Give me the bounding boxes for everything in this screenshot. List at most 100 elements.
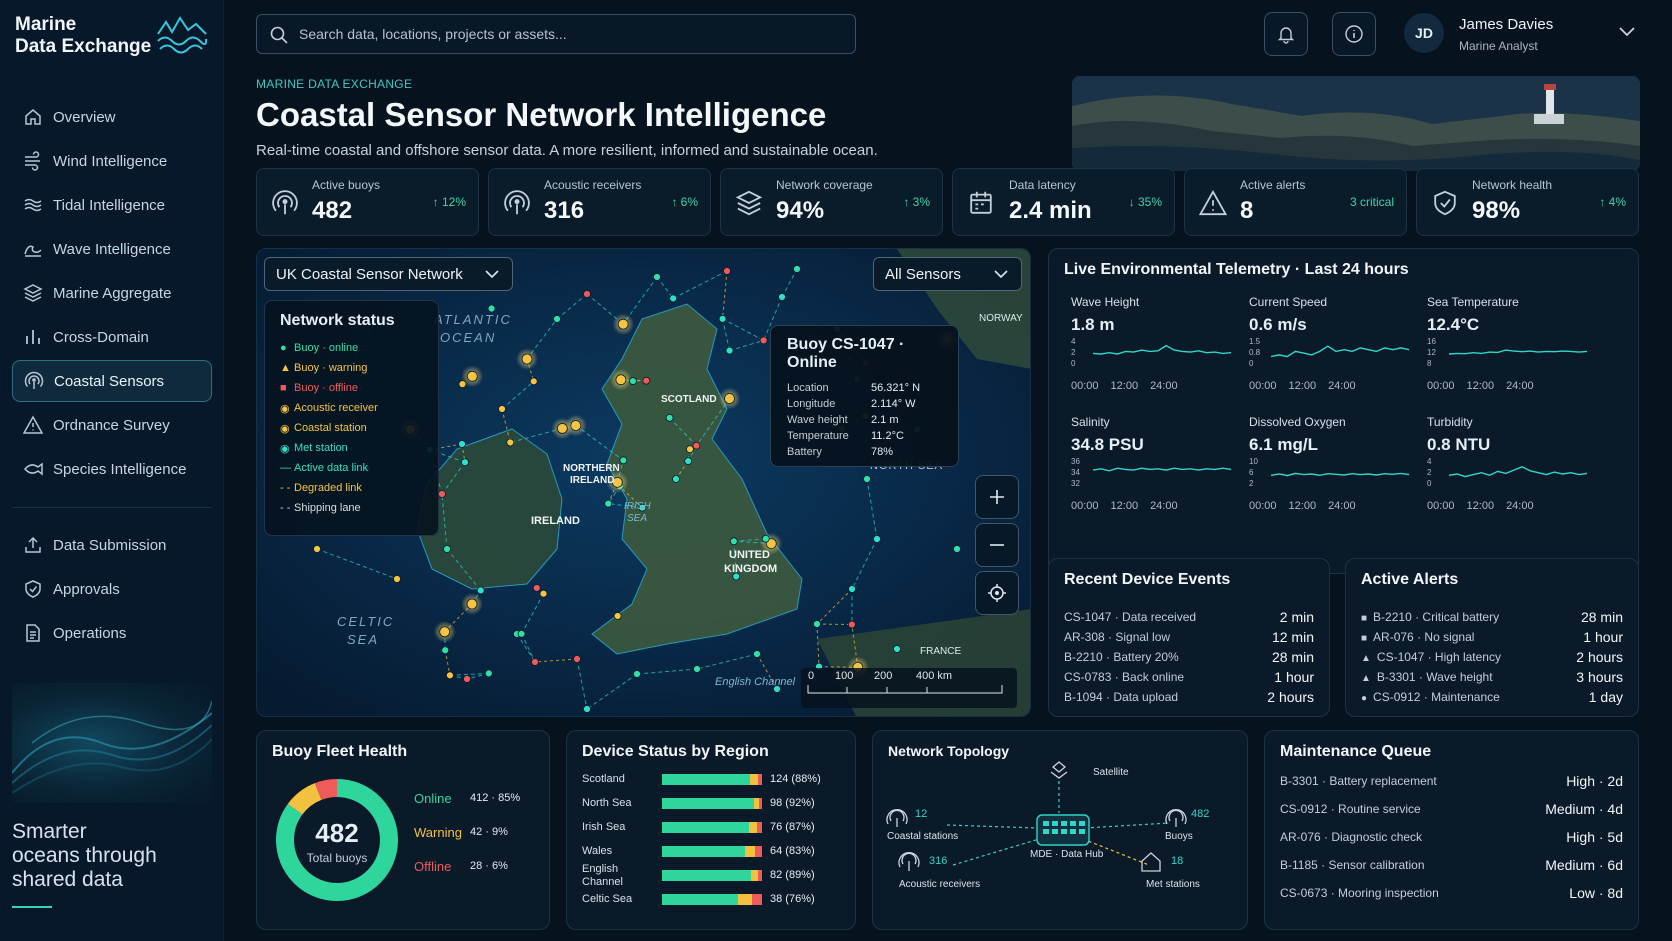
region-status-bar[interactable] (662, 822, 762, 833)
region-status-bar[interactable] (662, 774, 762, 785)
sidebar-item-species-intelligence[interactable]: Species Intelligence (12, 448, 212, 490)
list-item[interactable]: CS-1047 · Data received 2 min (1064, 607, 1314, 627)
coastal-station-marker[interactable] (393, 575, 401, 583)
buoy-online-marker[interactable] (672, 475, 680, 483)
avatar[interactable]: JD (1404, 13, 1444, 53)
buoy-online-marker[interactable] (476, 586, 485, 595)
buoy-offline-marker[interactable] (759, 336, 768, 345)
list-item[interactable]: ▲ CS-1047 · High latency 2 hours (1361, 647, 1623, 667)
buoy-online-marker[interactable] (441, 646, 450, 655)
kpi-active-alerts[interactable]: Active alerts 8 3 critical (1184, 168, 1407, 236)
buoy-online-marker[interactable] (487, 304, 496, 313)
list-item[interactable]: AR-076 · Diagnostic check High · 5d (1280, 827, 1623, 847)
coastal-station-marker[interactable] (613, 612, 622, 620)
telemetry-metric[interactable]: Current Speed 0.6 m/s 1.5 0.8 0 00:00 12:00 24:… (1249, 295, 1419, 415)
region-status-bar[interactable] (662, 894, 762, 905)
list-item[interactable]: CS-0673 · Mooring inspection Low · 8d (1280, 883, 1623, 903)
notifications-button[interactable] (1264, 12, 1308, 56)
coastal-station-marker[interactable] (724, 393, 735, 404)
list-item[interactable]: CS-0783 · Back online 1 hour (1064, 667, 1314, 687)
kpi-network-health[interactable]: Network health 98% ↑ 4% (1416, 168, 1639, 236)
buoy-online-marker[interactable] (583, 705, 591, 713)
coastal-station-marker[interactable] (556, 423, 568, 434)
kpi-network-coverage[interactable]: Network coverage 94% ↑ 3% (720, 168, 943, 236)
list-item[interactable]: ■ B-2210 · Critical battery 28 min (1361, 607, 1623, 627)
coastal-station-marker[interactable] (466, 370, 478, 382)
buoy-online-marker[interactable] (604, 499, 613, 508)
sidebar-item-operations[interactable]: Operations (12, 612, 212, 654)
locate-button[interactable] (975, 571, 1019, 615)
list-item[interactable]: B-2210 · Battery 20% 28 min (1064, 647, 1314, 667)
coastal-station-marker[interactable] (313, 545, 321, 553)
list-item[interactable]: CS-0912 · Routine service Medium · 4d (1280, 799, 1623, 819)
buoy-offline-marker[interactable] (583, 290, 591, 298)
buoy-online-marker[interactable] (753, 650, 761, 658)
region-status-bar[interactable] (662, 846, 762, 857)
buoy-offline-marker[interactable] (438, 490, 446, 498)
sidebar-item-cross-domain[interactable]: Cross-Domain (12, 316, 212, 358)
buoy-online-marker[interactable] (718, 314, 727, 323)
info-button[interactable] (1332, 12, 1376, 56)
buoy-online-marker[interactable] (633, 670, 641, 678)
kpi-acoustic-receivers[interactable]: Acoustic receivers 316 ↑ 6% (488, 168, 711, 236)
buoy-online-marker[interactable] (553, 315, 561, 323)
region-status-bar[interactable] (662, 798, 762, 809)
coastal-station-marker[interactable] (446, 671, 454, 680)
buoy-online-marker[interactable] (458, 440, 466, 448)
buoy-online-marker[interactable] (729, 537, 738, 546)
sidebar-item-approvals[interactable]: Approvals (12, 568, 212, 610)
list-item[interactable]: ■ AR-076 · No signal 1 hour (1361, 627, 1623, 647)
buoy-online-marker[interactable] (684, 457, 693, 465)
buoy-online-marker[interactable] (461, 458, 469, 467)
buoy-online-marker[interactable] (725, 346, 734, 355)
zoom-out-button[interactable] (975, 523, 1019, 567)
coastal-station-marker[interactable] (521, 353, 533, 365)
buoy-online-marker[interactable] (848, 585, 856, 593)
coastal-station-marker[interactable] (439, 626, 451, 638)
buoy-online-marker[interactable] (517, 629, 526, 638)
list-item[interactable]: B-3301 · Battery replacement High · 2d (1280, 771, 1623, 791)
buoy-online-marker[interactable] (653, 273, 661, 281)
coastal-station-marker[interactable] (529, 377, 538, 386)
search-input[interactable]: Search data, locations, projects or asse… (256, 14, 856, 54)
brand-name[interactable]: Marine Data Exchange (15, 14, 151, 58)
region-status-bar[interactable] (662, 870, 762, 881)
list-item[interactable]: B-1185 · Sensor calibration Medium · 6d (1280, 855, 1623, 875)
buoy-offline-marker[interactable] (531, 658, 539, 666)
sensor-filter-select[interactable]: All Sensors (873, 257, 1022, 291)
network-select[interactable]: UK Coastal Sensor Network (264, 257, 513, 291)
list-item[interactable]: ▲ B-3301 · Wave height 3 hours (1361, 667, 1623, 687)
buoy-online-marker[interactable] (793, 265, 801, 273)
telemetry-metric[interactable]: Dissolved Oxygen 6.1 mg/L 10 6 2 00:00 12:00 24… (1249, 415, 1419, 535)
list-item[interactable]: B-1094 · Data upload 2 hours (1064, 687, 1314, 707)
buoy-offline-marker[interactable] (642, 376, 651, 385)
telemetry-metric[interactable]: Salinity 34.8 PSU 36 34 32 00:00 12:00 24:00 (1071, 415, 1241, 535)
coastal-station-marker[interactable] (615, 374, 627, 386)
buoy-offline-marker[interactable] (847, 620, 856, 629)
buoy-online-marker[interactable] (953, 545, 961, 553)
sidebar-item-marine-aggregate[interactable]: Marine Aggregate (12, 272, 212, 314)
buoy-online-marker[interactable] (813, 620, 821, 628)
coastal-station-marker[interactable] (617, 318, 629, 330)
buoy-online-marker[interactable] (873, 535, 881, 543)
buoy-online-marker[interactable] (893, 645, 901, 653)
sidebar-item-wave-intelligence[interactable]: Wave Intelligence (12, 228, 212, 270)
buoy-offline-marker[interactable] (723, 267, 731, 275)
telemetry-metric[interactable]: Wave Height 1.8 m 4 2 0 00:00 12:00 24:00 (1071, 295, 1241, 415)
coastal-station-marker[interactable] (498, 405, 506, 413)
coastal-station-marker[interactable] (686, 445, 694, 454)
buoy-online-marker[interactable] (761, 534, 770, 543)
buoy-offline-marker[interactable] (573, 655, 581, 663)
zoom-in-button[interactable] (975, 475, 1019, 519)
buoy-online-marker[interactable] (619, 456, 628, 465)
buoy-online-marker[interactable] (669, 294, 678, 303)
sidebar-item-coastal-sensors[interactable]: Coastal Sensors (12, 360, 212, 402)
buoy-online-marker[interactable] (778, 293, 786, 301)
buoy-offline-marker[interactable] (463, 675, 471, 683)
buoy-online-marker[interactable] (443, 545, 451, 553)
kpi-data-latency[interactable]: Data latency 2.4 min ↓ 35% (952, 168, 1175, 236)
buoy-offline-marker[interactable] (692, 441, 701, 450)
buoy-online-marker[interactable] (484, 669, 493, 678)
buoy-online-marker[interactable] (693, 665, 701, 673)
telemetry-metric[interactable]: Turbidity 0.8 NTU 4 2 0 00:00 12:00 24:00 (1427, 415, 1597, 535)
